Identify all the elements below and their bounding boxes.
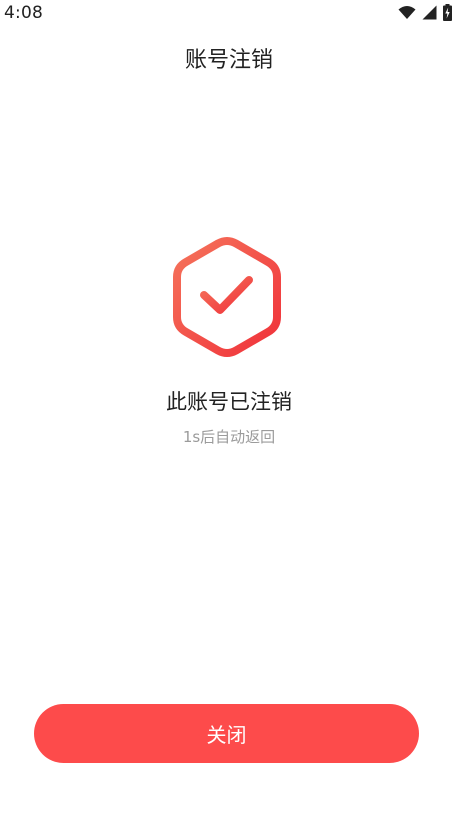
wifi-icon	[398, 5, 416, 24]
status-icons	[398, 4, 452, 25]
status-time: 4:08	[4, 3, 43, 23]
close-button[interactable]: 关闭	[34, 704, 419, 763]
cellular-signal-icon	[422, 5, 437, 24]
status-bar: 4:08	[0, 0, 458, 26]
page-title: 账号注销	[184, 48, 273, 73]
battery-charging-icon	[443, 4, 452, 25]
countdown-text: 1s后自动返回	[182, 428, 276, 446]
shield-check-icon	[171, 236, 283, 358]
result-title: 此账号已注销	[166, 390, 292, 414]
